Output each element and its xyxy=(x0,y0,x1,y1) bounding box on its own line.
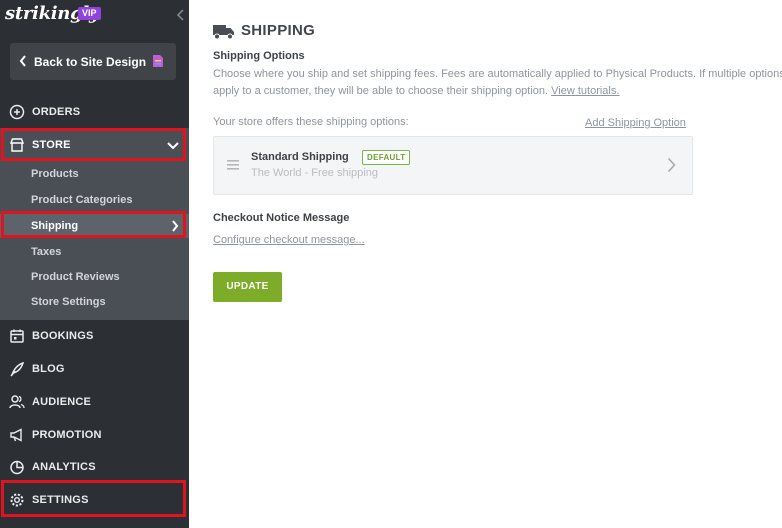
nav-promotion-label: PROMOTION xyxy=(32,429,102,441)
orders-icon xyxy=(9,104,25,120)
nav-orders[interactable]: ORDERS xyxy=(0,98,189,126)
site-editor-icon xyxy=(153,55,163,67)
back-button-label: Back to Site Design xyxy=(34,55,147,69)
brand-header: strikingly VIP xyxy=(0,0,189,30)
nav-store-settings-label: Store Settings xyxy=(31,296,106,308)
chevron-right-icon xyxy=(667,157,676,173)
nav-audience-label: AUDIENCE xyxy=(32,396,92,408)
quill-icon xyxy=(10,361,25,377)
nav-store[interactable]: STORE xyxy=(0,131,189,159)
calendar-icon xyxy=(10,329,24,343)
update-button[interactable]: UPDATE xyxy=(213,272,282,302)
store-icon xyxy=(9,138,25,152)
shipping-options-heading: Shipping Options xyxy=(213,50,305,62)
default-badge: DEFAULT xyxy=(362,150,411,165)
configure-checkout-message-link[interactable]: Configure checkout message... xyxy=(213,234,365,246)
vip-badge: VIP xyxy=(78,7,101,20)
checkout-notice-heading: Checkout Notice Message xyxy=(213,212,350,224)
nav-settings-label: SETTINGS xyxy=(32,494,89,506)
nav-taxes[interactable]: Taxes xyxy=(0,240,189,264)
description-text: Choose where you ship and set shipping f… xyxy=(213,68,782,97)
chevron-down-icon xyxy=(167,142,179,150)
main-content: SHIPPING Shipping Options Choose where y… xyxy=(189,0,782,528)
chevron-left-icon xyxy=(19,55,26,67)
nav-analytics[interactable]: ANALYTICS xyxy=(0,453,189,481)
nav-blog-label: BLOG xyxy=(32,363,65,375)
nav-promotion[interactable]: PROMOTION xyxy=(0,421,189,449)
nav-product-reviews-label: Product Reviews xyxy=(31,271,120,283)
nav-taxes-label: Taxes xyxy=(31,246,62,258)
shipping-option-name: Standard Shipping xyxy=(251,151,349,163)
nav-products-label: Products xyxy=(31,168,79,180)
add-shipping-option-link[interactable]: Add Shipping Option xyxy=(585,117,686,129)
nav-shipping[interactable]: Shipping xyxy=(0,214,189,238)
gear-icon xyxy=(10,493,24,507)
nav-products[interactable]: Products xyxy=(0,162,189,186)
shipping-option-subtitle: The World - Free shipping xyxy=(251,167,378,179)
megaphone-icon xyxy=(10,428,22,442)
nav-shipping-label: Shipping xyxy=(31,220,79,232)
nav-product-categories-label: Product Categories xyxy=(31,194,133,206)
shipping-description: Choose where you ship and set shipping f… xyxy=(213,66,782,100)
collapse-sidebar-icon[interactable] xyxy=(175,8,187,22)
nav-product-reviews[interactable]: Product Reviews xyxy=(0,265,189,289)
store-group: STORE Products Product Categories Shippi… xyxy=(0,128,189,320)
nav-audience[interactable]: AUDIENCE xyxy=(0,388,189,416)
nav-store-settings[interactable]: Store Settings xyxy=(0,290,189,314)
offers-text: Your store offers these shipping options… xyxy=(213,116,409,128)
nav-analytics-label: ANALYTICS xyxy=(32,461,96,473)
nav-blog[interactable]: BLOG xyxy=(0,355,189,383)
nav-store-label: STORE xyxy=(32,139,71,151)
chevron-right-icon xyxy=(172,220,179,232)
drag-handle-icon[interactable] xyxy=(227,160,239,170)
view-tutorials-link[interactable]: View tutorials. xyxy=(551,85,619,97)
nav-bookings-label: BOOKINGS xyxy=(32,330,94,342)
sidebar: strikingly VIP Back to Site Design ORDER… xyxy=(0,0,189,528)
nav-bookings[interactable]: BOOKINGS xyxy=(0,322,189,350)
pie-chart-icon xyxy=(10,460,24,475)
shipping-option-card[interactable]: Standard Shipping DEFAULT The World - Fr… xyxy=(213,136,693,195)
audience-icon xyxy=(9,395,25,409)
nav-orders-label: ORDERS xyxy=(32,106,81,118)
nav-settings[interactable]: SETTINGS xyxy=(0,486,189,514)
truck-icon xyxy=(213,25,234,40)
back-to-site-design-button[interactable]: Back to Site Design xyxy=(10,43,176,80)
nav-product-categories[interactable]: Product Categories xyxy=(0,188,189,212)
page-title: SHIPPING xyxy=(241,22,316,39)
